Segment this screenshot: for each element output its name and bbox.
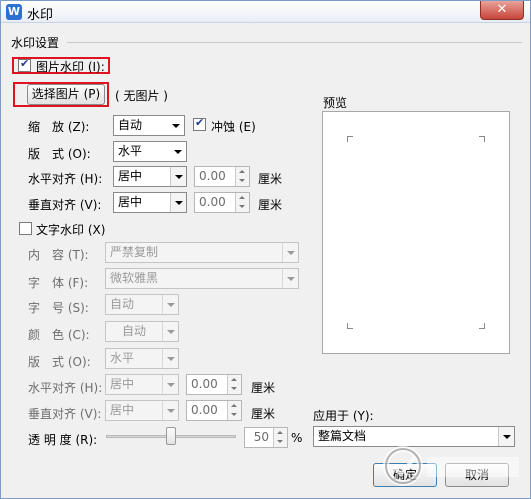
preview-corner-mark	[479, 136, 485, 142]
picture-valign-offset[interactable]: 0.00	[194, 192, 250, 213]
scale-select[interactable]: 自动	[113, 115, 185, 136]
transparency-spinner[interactable]: 50	[244, 427, 288, 448]
picture-valign-label: 垂直对齐 (V):	[28, 198, 102, 212]
apply-to-label: 应用于 (Y):	[313, 409, 374, 423]
picture-halign-value: 居中	[118, 169, 143, 183]
picture-status: ( 无图片 )	[115, 89, 168, 103]
picture-halign-unit: 厘米	[258, 172, 283, 186]
text-valign-unit: 厘米	[251, 407, 276, 421]
text-valign-value: 居中	[110, 403, 135, 417]
washout-label: 冲蚀 (E)	[211, 120, 256, 134]
text-layout-value: 水平	[110, 351, 135, 365]
text-halign-select[interactable]: 居中	[105, 374, 179, 395]
chevron-down-icon	[170, 142, 186, 161]
picture-watermark-label: 图片水印 (I):	[36, 60, 105, 74]
chevron-down-icon	[162, 375, 178, 394]
window-title: 水印	[27, 8, 54, 23]
preview-corner-mark	[347, 136, 353, 142]
group-divider	[67, 42, 522, 43]
chevron-down-icon	[162, 322, 178, 341]
color-value: 自动	[122, 324, 147, 338]
font-value: 微软雅黑	[110, 271, 159, 285]
chevron-down-icon	[162, 349, 178, 368]
content-value: 严禁复制	[110, 245, 159, 259]
picture-halign-offset[interactable]: 0.00	[194, 166, 250, 187]
content-label: 内 容 (T):	[28, 248, 89, 262]
section-label: 水印设置	[11, 36, 60, 50]
scale-value: 自动	[118, 118, 143, 132]
color-select[interactable]: 自动	[105, 321, 179, 342]
preview-corner-mark	[479, 323, 485, 329]
picture-valign-value: 居中	[118, 195, 143, 209]
text-watermark-label: 文字水印 (X)	[36, 223, 106, 237]
font-label: 字 体 (F):	[28, 276, 89, 290]
preview-corner-mark	[347, 323, 353, 329]
content-select[interactable]: 严禁复制	[105, 242, 299, 263]
scale-label: 缩 放 (Z):	[28, 120, 90, 134]
picture-layout-label: 版 式 (O):	[28, 147, 91, 161]
transparency-slider-thumb[interactable]	[166, 427, 176, 445]
site-watermark-logo	[383, 446, 519, 486]
chevron-down-icon	[168, 116, 184, 135]
chevron-down-icon	[282, 243, 298, 262]
chevron-down-icon	[170, 167, 186, 186]
size-label: 字 号 (S):	[28, 301, 89, 315]
washout-checkbox[interactable]	[193, 116, 206, 131]
text-halign-label: 水平对齐 (H):	[28, 381, 103, 395]
preview-label: 预览	[323, 96, 348, 110]
text-halign-value: 居中	[110, 377, 135, 391]
spinner-arrows-icon[interactable]	[235, 167, 249, 186]
size-select[interactable]: 自动	[105, 294, 179, 315]
font-select[interactable]: 微软雅黑	[105, 268, 299, 289]
text-halign-unit: 厘米	[251, 381, 276, 395]
picture-valign-offset-value: 0.00	[199, 195, 226, 209]
color-label: 颜 色 (C):	[28, 328, 90, 342]
preview-pane	[322, 111, 510, 354]
wps-app-icon: W	[6, 4, 22, 20]
chevron-down-icon	[170, 193, 186, 212]
spinner-arrows-icon[interactable]	[273, 428, 287, 447]
chevron-down-icon	[162, 295, 178, 314]
picture-valign-select[interactable]: 居中	[113, 192, 187, 213]
transparency-unit: %	[291, 431, 303, 445]
watermark-dialog: W 水印 ✕ 水印设置 图片水印 (I): 选择图片 (P) ( 无图片 ) 缩…	[0, 0, 531, 499]
size-value: 自动	[110, 297, 135, 311]
picture-watermark-checkbox[interactable]	[18, 57, 31, 72]
text-valign-label: 垂直对齐 (V):	[28, 407, 102, 421]
close-button[interactable]: ✕	[480, 1, 524, 20]
picture-halign-select[interactable]: 居中	[113, 166, 187, 187]
picture-layout-value: 水平	[118, 144, 143, 158]
text-valign-offset[interactable]: 0.00	[186, 400, 242, 421]
chevron-down-icon	[282, 269, 298, 288]
text-layout-select[interactable]: 水平	[105, 348, 179, 369]
transparency-value: 50	[253, 430, 269, 444]
picture-halign-offset-value: 0.00	[199, 169, 226, 183]
apply-to-value: 整篇文档	[318, 429, 367, 443]
spinner-arrows-icon[interactable]	[227, 401, 241, 420]
text-valign-offset-value: 0.00	[191, 403, 218, 417]
chevron-down-icon	[162, 401, 178, 420]
spinner-arrows-icon[interactable]	[235, 193, 249, 212]
text-halign-offset[interactable]: 0.00	[186, 374, 242, 395]
title-bar: W 水印 ✕	[1, 1, 530, 23]
text-watermark-checkbox[interactable]	[19, 222, 32, 235]
choose-picture-button[interactable]: 选择图片 (P)	[27, 84, 105, 105]
text-valign-select[interactable]: 居中	[105, 400, 179, 421]
picture-valign-unit: 厘米	[258, 198, 283, 212]
picture-layout-select[interactable]: 水平	[113, 141, 187, 162]
text-halign-offset-value: 0.00	[191, 377, 218, 391]
spinner-arrows-icon[interactable]	[227, 375, 241, 394]
picture-halign-label: 水平对齐 (H):	[28, 172, 103, 186]
text-layout-label: 版 式 (O):	[28, 355, 91, 369]
transparency-label: 透 明 度 (R):	[28, 433, 98, 447]
